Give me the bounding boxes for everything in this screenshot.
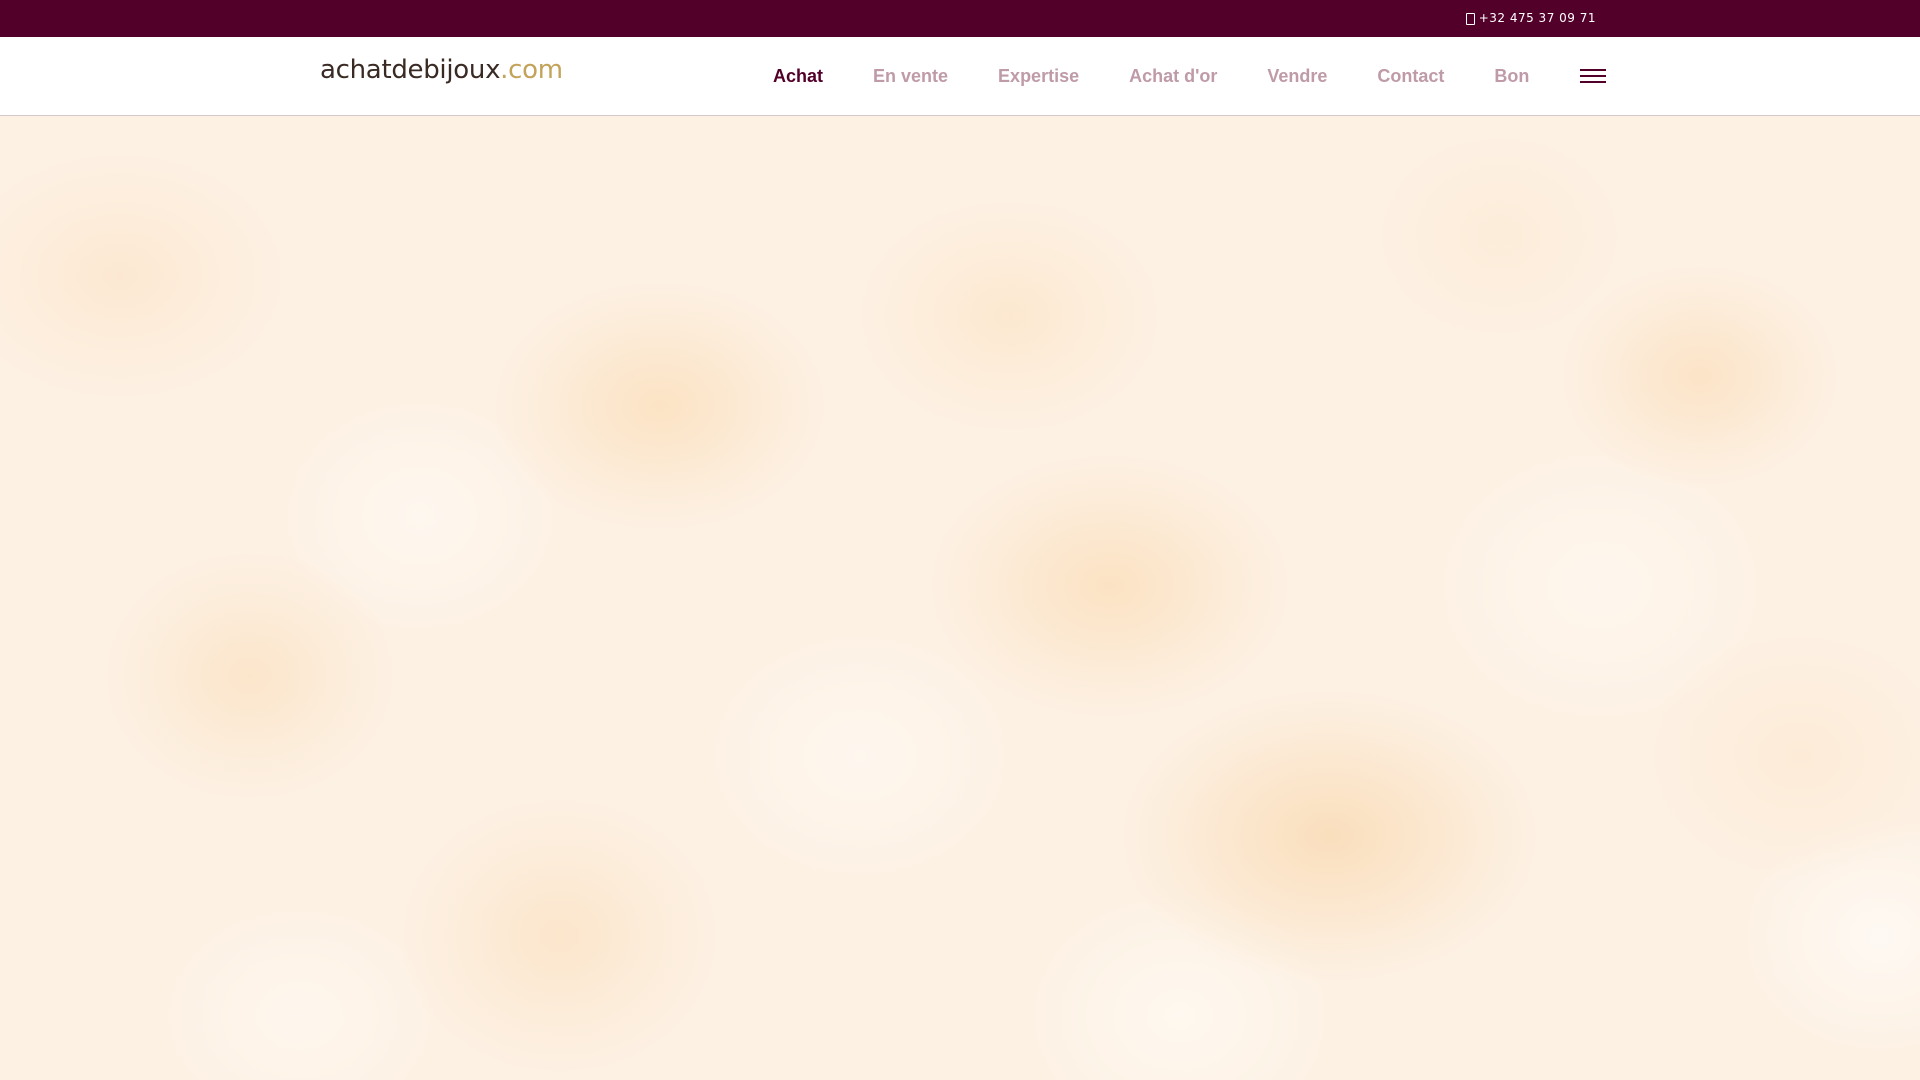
main-navigation: Achat En vente Expertise Achat d'or Vend… bbox=[773, 37, 1579, 116]
hamburger-menu-icon[interactable] bbox=[1580, 66, 1606, 86]
phone-contact[interactable]: +32 475 37 09 71 bbox=[1465, 0, 1596, 37]
top-bar: +32 475 37 09 71 bbox=[0, 0, 1920, 37]
nav-item-en-vente[interactable]: En vente bbox=[873, 66, 948, 87]
nav-item-achat[interactable]: Achat bbox=[773, 66, 823, 87]
phone-number[interactable]: +32 475 37 09 71 bbox=[1479, 0, 1596, 37]
site-logo[interactable]: achatdebijoux.com bbox=[320, 57, 563, 83]
hero-background bbox=[0, 116, 1920, 1080]
nav-item-bon[interactable]: Bon bbox=[1494, 66, 1529, 87]
nav-item-achat-dor[interactable]: Achat d'or bbox=[1129, 66, 1217, 87]
logo-domain: .com bbox=[500, 55, 563, 85]
nav-item-contact[interactable]: Contact bbox=[1377, 66, 1444, 87]
logo-name: achatdebijoux bbox=[320, 55, 501, 85]
mobile-phone-icon bbox=[1465, 12, 1475, 25]
nav-item-expertise[interactable]: Expertise bbox=[998, 66, 1079, 87]
site-header: achatdebijoux.com Achat En vente Experti… bbox=[0, 37, 1920, 116]
nav-item-vendre[interactable]: Vendre bbox=[1267, 66, 1327, 87]
